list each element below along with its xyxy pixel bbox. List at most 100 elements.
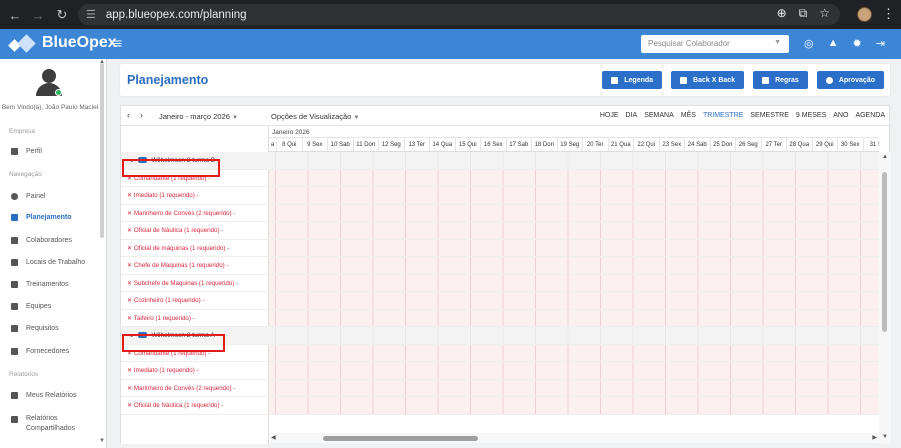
requirement-row[interactable]: ✕ Oficial de Náutica (1 requerido) - bbox=[121, 222, 879, 240]
back-icon[interactable]: ← bbox=[5, 5, 25, 25]
site-info-icon[interactable]: ☰ bbox=[86, 8, 96, 21]
timeline-cells[interactable] bbox=[269, 222, 879, 239]
view-options-selector[interactable]: Opções de Visualização ▼ bbox=[271, 112, 359, 121]
sidebar-item-relatorios-compartilhados[interactable]: Relatórios Compartilhados bbox=[11, 414, 91, 434]
gear-icon[interactable]: ✹ bbox=[853, 37, 862, 50]
requirement-row[interactable]: ✕ Taifeiro (1 requerido) - bbox=[121, 309, 879, 327]
requirement-row[interactable]: ✕ Comandante (1 requerido) - bbox=[121, 344, 879, 362]
close-icon[interactable]: ✕ bbox=[127, 227, 134, 234]
install-icon[interactable]: ⧉ bbox=[799, 6, 808, 21]
sidebar-item-locais[interactable]: Locais de Trabalho bbox=[11, 259, 85, 266]
view-9-meses[interactable]: 9 MESES bbox=[796, 112, 826, 119]
scroll-left-icon[interactable]: ◀ bbox=[271, 434, 276, 441]
group-row[interactable]: ⌄ Wilhelmsen 2 turma A bbox=[121, 327, 879, 345]
scroll-up-icon[interactable]: ▲ bbox=[882, 154, 888, 160]
close-icon[interactable]: ✕ bbox=[127, 297, 134, 304]
date-range-selector[interactable]: Janeiro - março 2026 ▼ bbox=[159, 112, 238, 121]
grid-horizontal-scrollbar[interactable]: ◀ ▶ bbox=[269, 433, 879, 443]
close-icon[interactable]: ✕ bbox=[127, 210, 134, 217]
reload-icon[interactable]: ↻ bbox=[52, 5, 72, 25]
requirement-row[interactable]: ✕ Oficial de Náutica (1 requerido) - bbox=[121, 397, 879, 415]
close-icon[interactable]: ✕ bbox=[127, 367, 134, 374]
requirement-row[interactable]: ✕ Subchefe de Maquinas (1 requerido) - bbox=[121, 274, 879, 292]
legend-button[interactable]: Legenda bbox=[602, 71, 663, 89]
timeline-cells[interactable] bbox=[269, 327, 879, 344]
view-trimestre[interactable]: TRIMESTRE bbox=[703, 112, 743, 119]
requirement-row[interactable]: ✕ Imediato (1 requerido) - bbox=[121, 362, 879, 380]
sidebar-scrollbar[interactable] bbox=[100, 63, 104, 238]
view-agenda[interactable]: AGENDA bbox=[855, 112, 885, 119]
requirement-row[interactable]: ✕ Comandante (1 requerido) - bbox=[121, 169, 879, 187]
scroll-down-icon[interactable]: ▼ bbox=[882, 434, 888, 440]
sidebar-item-perfil[interactable]: Perfil bbox=[11, 148, 42, 155]
timeline-cells[interactable] bbox=[269, 309, 879, 326]
headset-icon[interactable]: ◎ bbox=[804, 37, 814, 50]
brand-logo[interactable]: BlueOpex bbox=[10, 34, 117, 52]
collaborator-search-select[interactable]: Pesquisar Colaborador ▼ bbox=[641, 35, 789, 53]
scroll-right-icon[interactable]: ▶ bbox=[872, 434, 877, 441]
sidebar-item-equipes[interactable]: Equipes bbox=[11, 303, 51, 310]
view-dia[interactable]: DIA bbox=[626, 112, 638, 119]
prev-period-icon[interactable]: ‹ bbox=[127, 110, 130, 120]
timeline-cells[interactable] bbox=[269, 292, 879, 309]
timeline-cells[interactable] bbox=[269, 257, 879, 274]
grid-vertical-scrollbar[interactable]: ▲ ▼ bbox=[879, 152, 891, 444]
bell-icon[interactable]: ▲ bbox=[828, 37, 839, 50]
sidebar-item-requisitos[interactable]: Requisitos bbox=[11, 325, 59, 332]
close-icon[interactable]: ✕ bbox=[127, 385, 134, 392]
menu-toggle-icon[interactable]: ≡ bbox=[114, 35, 122, 51]
address-bar[interactable]: ☰ app.blueopex.com/planning ⊕ ⧉ ☆ bbox=[78, 4, 840, 25]
view-semana[interactable]: SEMANA bbox=[644, 112, 674, 119]
sidebar-item-label: Perfil bbox=[26, 148, 42, 155]
logout-icon[interactable]: ⇥ bbox=[876, 37, 885, 50]
timeline-cells[interactable] bbox=[269, 239, 879, 256]
scrollbar-thumb[interactable] bbox=[882, 172, 887, 332]
timeline-cells[interactable] bbox=[269, 169, 879, 186]
sidebar-item-fornecedores[interactable]: Fornecedores bbox=[11, 348, 69, 355]
sidebar-item-planejamento[interactable]: Planejamento bbox=[11, 214, 72, 221]
view-hoje[interactable]: HOJE bbox=[600, 112, 619, 119]
timeline-cells[interactable] bbox=[269, 379, 879, 396]
timeline-cells[interactable] bbox=[269, 152, 879, 169]
browser-menu-icon[interactable]: ⋮ bbox=[882, 6, 895, 22]
requirement-row[interactable]: ✕ Chefe de Maquinas (1 requerido) - bbox=[121, 257, 879, 275]
rules-button[interactable]: Regras bbox=[753, 71, 808, 89]
day-column-header: 31 S bbox=[862, 138, 879, 151]
timeline-cells[interactable] bbox=[269, 397, 879, 414]
group-row[interactable]: ⌄ Wilhelmsen 2 turma B bbox=[121, 152, 879, 170]
requirement-row[interactable]: ✕ Imediato (1 requerido) - bbox=[121, 187, 879, 205]
approval-button[interactable]: Aprovação bbox=[816, 71, 884, 89]
timeline-cells[interactable] bbox=[269, 362, 879, 379]
close-icon[interactable]: ✕ bbox=[127, 402, 134, 409]
close-icon[interactable]: ✕ bbox=[127, 192, 134, 199]
requirement-row[interactable]: ✕ Oficial de máquinas (1 requerido) - bbox=[121, 239, 879, 257]
profile-avatar[interactable] bbox=[857, 7, 872, 22]
scroll-down-icon[interactable]: ▼ bbox=[99, 438, 105, 444]
timeline-cells[interactable] bbox=[269, 204, 879, 221]
requirement-row[interactable]: ✕ Marinheiro de Convés (2 requerido) - bbox=[121, 204, 879, 222]
requirement-row[interactable]: ✕ Cozinheiro (1 requerido) - bbox=[121, 292, 879, 310]
close-icon[interactable]: ✕ bbox=[127, 245, 134, 252]
timeline-cells[interactable] bbox=[269, 187, 879, 204]
timeline-cells[interactable] bbox=[269, 274, 879, 291]
timeline-cells[interactable] bbox=[269, 344, 879, 361]
requirement-row[interactable]: ✕ Marinheiro de Convés (2 requerido) - bbox=[121, 379, 879, 397]
row-label: ✕ Chefe de Maquinas (1 requerido) - bbox=[127, 262, 229, 269]
bookmark-star-icon[interactable]: ☆ bbox=[819, 6, 830, 21]
back-x-back-button[interactable]: Back X Back bbox=[671, 71, 745, 89]
zoom-icon[interactable]: ⊕ bbox=[777, 6, 787, 21]
sidebar-item-colaboradores[interactable]: Colaboradores bbox=[11, 237, 72, 244]
view-semestre[interactable]: SEMESTRE bbox=[750, 112, 789, 119]
sidebar-item-treinamentos[interactable]: Treinamentos bbox=[11, 281, 69, 288]
view-m-s[interactable]: MÊS bbox=[681, 112, 696, 119]
close-icon[interactable]: ✕ bbox=[127, 262, 134, 269]
scrollbar-thumb[interactable] bbox=[323, 436, 478, 441]
sidebar-item-meus-relatorios[interactable]: Meus Relatórios bbox=[11, 392, 77, 399]
view-ano[interactable]: ANO bbox=[833, 112, 848, 119]
next-period-icon[interactable]: › bbox=[140, 110, 143, 120]
close-icon[interactable]: ✕ bbox=[127, 315, 134, 322]
sidebar-item-painel[interactable]: Painel bbox=[11, 193, 45, 200]
scroll-up-icon[interactable]: ▲ bbox=[99, 59, 105, 65]
forward-icon[interactable]: → bbox=[28, 5, 48, 25]
close-icon[interactable]: ✕ bbox=[127, 280, 134, 287]
